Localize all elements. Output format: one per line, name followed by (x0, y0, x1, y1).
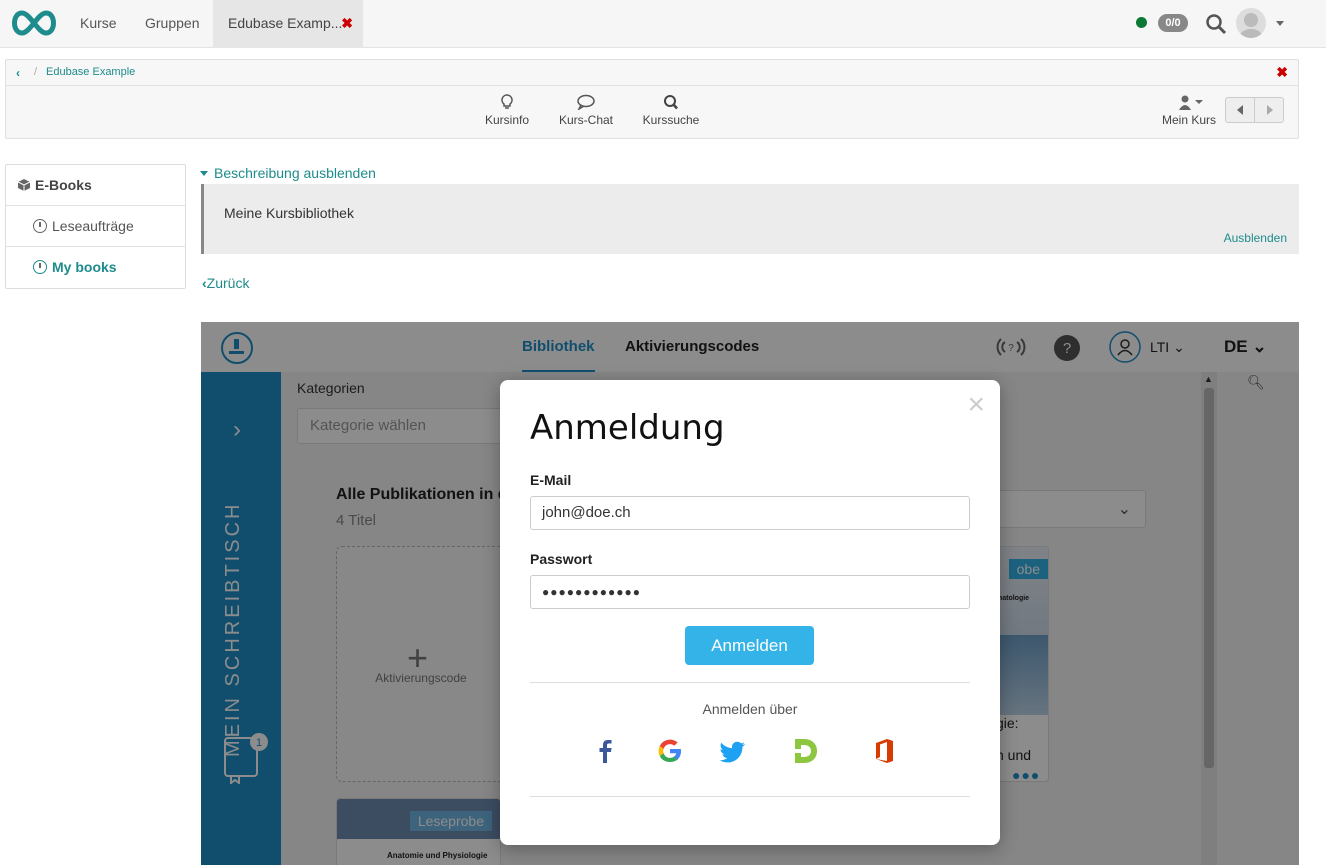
hide-description-link[interactable]: Ausblenden (1224, 231, 1287, 245)
tab-edubase-label: Edubase Examp... (228, 15, 343, 31)
search-icon (664, 95, 678, 110)
password-field[interactable]: ●●●●●●●●●●●● (530, 575, 970, 609)
nav-courses[interactable]: Kurse (80, 0, 117, 48)
description-toggle-label: Beschreibung ausblenden (214, 165, 376, 181)
email-label: E-Mail (530, 472, 572, 488)
avatar[interactable] (1236, 8, 1266, 38)
login-via-label: Anmelden über (702, 701, 798, 717)
previous-icon[interactable] (1226, 98, 1255, 122)
edubase-icon (33, 260, 47, 274)
breadcrumb-separator: / (34, 66, 38, 78)
edubase-icon (33, 219, 47, 233)
close-course-icon[interactable]: ✖ (1276, 64, 1288, 81)
menu-item-my-books[interactable]: My books (6, 247, 185, 288)
top-navbar: Kurse Gruppen Edubase Examp... ✖ 0/0 (0, 0, 1326, 48)
description-toggle[interactable]: Beschreibung ausblenden (200, 165, 376, 181)
menu-item-label: Leseaufträge (52, 218, 134, 234)
divider (530, 682, 970, 683)
menu-ebooks-label: E-Books (35, 177, 92, 193)
email-field[interactable]: john@doe.ch (530, 496, 970, 530)
close-tab-icon[interactable]: ✖ (341, 0, 353, 46)
course-toolbar: ‹ / Edubase Example ✖ Kursinfo Kurs-Chat… (5, 59, 1299, 139)
notification-badge[interactable]: 0/0 (1158, 14, 1188, 32)
facebook-icon[interactable] (590, 736, 620, 766)
course-info-label: Kursinfo (485, 113, 530, 127)
twitter-icon[interactable] (718, 736, 748, 766)
lightbulb-icon (501, 94, 513, 109)
menu-item-leseauftraege[interactable]: Leseaufträge (6, 206, 185, 247)
course-chat-label: Kurs-Chat (558, 113, 614, 127)
course-pager (1225, 97, 1284, 123)
next-icon[interactable] (1255, 98, 1284, 122)
nav-groups[interactable]: Gruppen (145, 0, 199, 48)
search-icon[interactable] (1205, 13, 1227, 35)
my-course-button[interactable]: Mein Kurs (1161, 94, 1217, 127)
infinity-logo-icon[interactable] (8, 9, 60, 37)
course-search-button[interactable]: Kurssuche (642, 94, 700, 127)
caret-down-icon (200, 171, 208, 176)
chevron-left-icon[interactable]: ‹ (16, 66, 20, 80)
course-info-button[interactable]: Kursinfo (485, 94, 529, 127)
back-link-label: Zurück (206, 275, 250, 291)
chat-bubble-icon (577, 94, 595, 110)
d-provider-icon[interactable] (790, 736, 820, 766)
description-box: Meine Kursbibliothek Ausblenden (201, 184, 1299, 254)
divider (530, 796, 970, 797)
course-chat-button[interactable]: Kurs-Chat (558, 94, 614, 127)
online-status-icon (1136, 17, 1147, 28)
menu-item-label: My books (52, 259, 117, 275)
password-label: Passwort (530, 551, 593, 567)
cube-icon (17, 179, 31, 191)
office-icon[interactable] (870, 736, 900, 766)
login-modal: × Anmeldung E-Mail john@doe.ch Passwort … (500, 380, 1000, 845)
course-menu: E-Books Leseaufträge My books (5, 164, 186, 289)
user-icon (1179, 95, 1203, 110)
tab-edubase[interactable]: Edubase Examp... ✖ (213, 0, 363, 48)
description-text: Meine Kursbibliothek (224, 205, 354, 221)
google-icon[interactable] (655, 736, 685, 766)
breadcrumb: ‹ / Edubase Example ✖ (6, 60, 1298, 86)
close-icon[interactable]: × (967, 388, 985, 422)
breadcrumb-course[interactable]: Edubase Example (46, 66, 135, 78)
course-search-label: Kurssuche (642, 113, 700, 127)
modal-title: Anmeldung (530, 408, 725, 448)
menu-ebooks[interactable]: E-Books (6, 165, 185, 206)
chevron-down-icon[interactable] (1276, 21, 1284, 26)
back-link[interactable]: ‹Zurück (202, 275, 249, 291)
login-button[interactable]: Anmelden (685, 626, 814, 665)
my-course-label: Mein Kurs (1161, 113, 1217, 127)
